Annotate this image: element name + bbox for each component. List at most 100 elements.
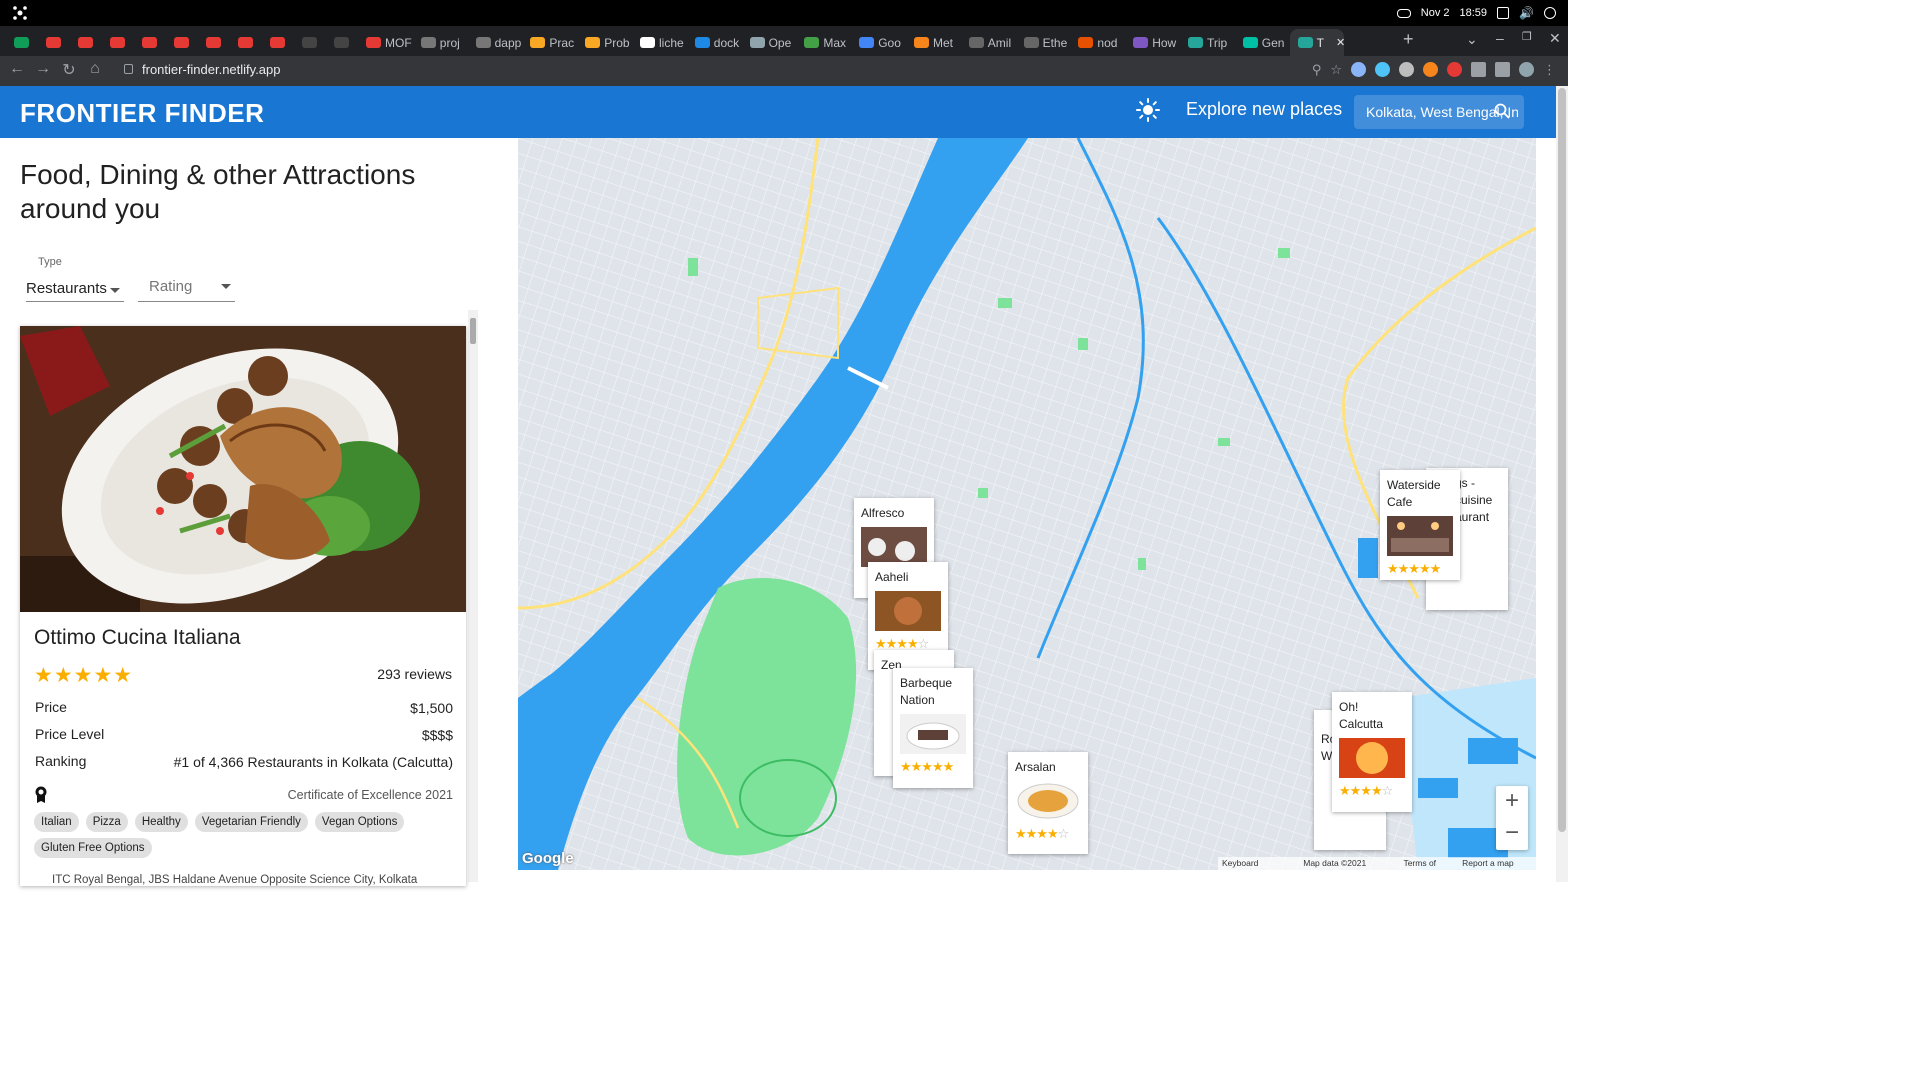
browser-tab[interactable]: MOF: [358, 29, 412, 56]
chrome-menu-icon[interactable]: ⋮: [1543, 62, 1556, 78]
browser-tab[interactable]: Ope: [742, 29, 796, 56]
os-menu-icon[interactable]: [12, 5, 28, 21]
browser-tab[interactable]: [262, 29, 294, 56]
map-pin-card[interactable]: Arsalan ★★★★☆: [1008, 752, 1088, 854]
extension-icon[interactable]: [1399, 62, 1414, 77]
minimize-button[interactable]: –: [1496, 30, 1504, 46]
map-pin-card[interactable]: Barbeque Nation ★★★★★: [893, 668, 973, 788]
browser-tab[interactable]: [326, 29, 358, 56]
map[interactable]: Alfresco Aaheli ★★★★☆ Zen Barbeque Natio…: [518, 138, 1536, 870]
extension-icon[interactable]: [1447, 62, 1462, 77]
close-window-button[interactable]: ✕: [1549, 30, 1561, 47]
map-footer: Keyboard shortcuts Map data ©2021 Google…: [1218, 857, 1536, 870]
close-tab-icon[interactable]: ✕: [1336, 36, 1344, 49]
browser-tab[interactable]: Goo: [851, 29, 905, 56]
tag-chip[interactable]: Italian: [34, 812, 79, 832]
browser-tab-strip: MOF proj dapp Prac Prob liche dock Ope Max Goo Met…: [0, 26, 1568, 56]
browser-tab[interactable]: [38, 29, 70, 56]
back-button[interactable]: ←: [6, 60, 28, 78]
explore-label: Explore new places: [1186, 99, 1343, 119]
puzzle-icon[interactable]: [1471, 62, 1486, 77]
tag-chip[interactable]: Healthy: [134, 812, 188, 832]
browser-tab[interactable]: [6, 29, 38, 56]
browser-tab[interactable]: Prac: [522, 29, 576, 56]
search-icon[interactable]: [1494, 103, 1510, 119]
ranking-label: Ranking: [35, 753, 87, 769]
zoom-out-button[interactable]: −: [1496, 818, 1528, 850]
page-scrollbar[interactable]: [1556, 86, 1568, 882]
os-date[interactable]: Nov 2: [1421, 7, 1450, 19]
browser-tab[interactable]: proj: [413, 29, 467, 56]
browser-tab[interactable]: [166, 29, 198, 56]
browser-tab[interactable]: [134, 29, 166, 56]
map-pin-stars: ★★★★☆: [1015, 826, 1069, 841]
tab-search-icon[interactable]: ⌄: [1466, 31, 1478, 48]
type-select[interactable]: Restaurants: [26, 274, 124, 302]
tag-chip[interactable]: Vegan Options: [314, 812, 405, 832]
place-address: ITC Royal Bengal, JBS Haldane Avenue Opp…: [52, 874, 418, 886]
map-pin-photo: [1339, 738, 1405, 778]
new-tab-button[interactable]: +: [1403, 29, 1414, 50]
browser-tab[interactable]: Met: [906, 29, 960, 56]
profile-avatar[interactable]: [1519, 62, 1534, 77]
rating-select[interactable]: Rating: [138, 270, 235, 302]
extension-icon[interactable]: [1351, 62, 1366, 77]
browser-tab[interactable]: Max: [796, 29, 850, 56]
browser-tab[interactable]: [230, 29, 262, 56]
metamask-icon[interactable]: [1423, 62, 1438, 77]
browser-tab[interactable]: [102, 29, 134, 56]
browser-tab[interactable]: Trip: [1180, 29, 1234, 56]
tab-favicon-icon: [859, 37, 875, 48]
place-card[interactable]: Ottimo Cucina Italiana ★★★★★ 293 reviews…: [20, 326, 466, 886]
browser-tab[interactable]: [198, 29, 230, 56]
address-bar[interactable]: frontier-finder.netlify.app: [142, 62, 281, 77]
ranking-value: #1 of 4,366 Restaurants in Kolkata (Calc…: [173, 754, 453, 770]
browser-tab[interactable]: How: [1125, 29, 1179, 56]
browser-tab[interactable]: T ✕: [1289, 29, 1344, 56]
reading-list-icon[interactable]: [1495, 62, 1510, 77]
tab-favicon-icon: [1242, 37, 1258, 48]
bookmark-star-icon[interactable]: ☆: [1330, 62, 1342, 78]
tag-chip[interactable]: Gluten Free Options: [34, 838, 152, 858]
browser-tab[interactable]: Ethe: [1016, 29, 1070, 56]
zoom-in-button[interactable]: +: [1496, 786, 1528, 818]
app-brand[interactable]: FRONTIER FINDER: [20, 98, 264, 129]
gamepad-icon[interactable]: [1396, 8, 1411, 18]
location-icon[interactable]: ⚲: [1312, 62, 1322, 78]
os-time[interactable]: 18:59: [1460, 7, 1488, 19]
forward-button[interactable]: →: [32, 60, 54, 78]
browser-tab[interactable]: liche: [632, 29, 686, 56]
browser-tab[interactable]: Amil: [961, 29, 1015, 56]
display-icon[interactable]: [1497, 7, 1510, 19]
browser-tab[interactable]: [294, 29, 326, 56]
tag-chip[interactable]: Vegetarian Friendly: [194, 812, 308, 832]
tab-favicon-icon: [420, 37, 436, 48]
tag-chip[interactable]: Pizza: [85, 812, 128, 832]
browser-tab[interactable]: Gen: [1235, 29, 1289, 56]
browser-tab[interactable]: nod: [1070, 29, 1124, 56]
os-top-bar: Nov 2 18:59 🔊: [0, 0, 1568, 26]
tab-favicon-icon: [46, 37, 61, 48]
map-pin-photo: [861, 527, 927, 567]
terms-link[interactable]: Terms of Use: [1403, 858, 1452, 870]
reload-button[interactable]: ↻: [58, 60, 80, 80]
list-scrollbar[interactable]: [468, 310, 478, 882]
browser-tab[interactable]: [70, 29, 102, 56]
browser-tab[interactable]: dock: [687, 29, 741, 56]
places-panel: Food, Dining & other Attractions around …: [0, 138, 518, 886]
report-error-link[interactable]: Report a map error: [1462, 858, 1532, 870]
browser-tab[interactable]: Prob: [577, 29, 631, 56]
sun-icon[interactable]: [1136, 98, 1160, 122]
map-pin-card[interactable]: Waterside Cafe ★★★★★: [1380, 470, 1460, 580]
tab-favicon-icon: [1188, 37, 1203, 48]
browser-tab[interactable]: dapp: [468, 29, 522, 56]
home-button[interactable]: ⌂: [84, 60, 106, 78]
volume-icon[interactable]: 🔊: [1519, 6, 1534, 20]
keyboard-shortcuts-link[interactable]: Keyboard shortcuts: [1222, 858, 1293, 870]
maximize-button[interactable]: ❐: [1522, 30, 1532, 43]
map-data-text: Map data ©2021 Google: [1303, 858, 1367, 870]
power-icon[interactable]: [1544, 7, 1556, 19]
lock-icon[interactable]: [124, 64, 133, 74]
extension-icon[interactable]: [1375, 62, 1390, 77]
map-pin-card[interactable]: Oh! Calcutta ★★★★☆: [1332, 692, 1412, 812]
